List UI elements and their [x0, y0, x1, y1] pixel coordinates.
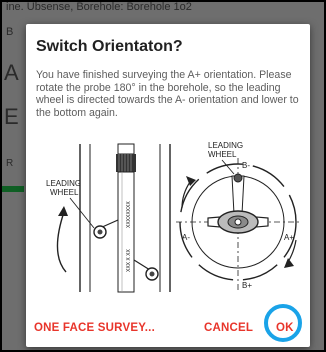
background-label: B [6, 26, 14, 38]
right-leading-label: WHEEL [208, 150, 237, 159]
dialog-message: You have finished surveying the A+ orien… [36, 69, 299, 119]
switch-orientation-dialog: Switch Orientaton? You have finished sur… [26, 24, 310, 347]
background-progress-strip [2, 186, 24, 192]
axis-label-b-plus: B+ [242, 281, 252, 290]
right-leading-label: LEADING [208, 142, 243, 150]
axis-label-b-minus: B- [242, 161, 250, 170]
axis-label-a-minus: A- [182, 233, 190, 242]
left-leading-label: WHEEL [50, 188, 79, 197]
svg-text:XXX X XX: XXX X XX [126, 249, 132, 272]
probe-rotation-illustration: XXXXXXXX XXX X XX LEADING WHEEL LEADING … [46, 142, 300, 293]
dialog-title: Switch Orientaton? [36, 38, 183, 55]
svg-text:XXXXXXXX: XXXXXXXX [126, 201, 132, 228]
left-leading-label: LEADING [46, 179, 81, 188]
dialog-actions: ONE FACE SURVEY... CANCEL OK [26, 294, 310, 342]
background-label: A [4, 60, 19, 85]
cancel-button[interactable]: CANCEL [204, 322, 253, 334]
one-face-survey-button[interactable]: ONE FACE SURVEY... [34, 322, 155, 334]
background-header: ine. Ubsense, Borehole: Borehole 1o2 [6, 1, 192, 13]
probe-cross-section [176, 158, 300, 290]
background-label: E [4, 104, 19, 129]
ok-button[interactable]: OK [276, 322, 294, 334]
probe-side-view: XXXXXXXX XXX X XX [56, 143, 171, 293]
axis-label-a-plus: A+ [284, 233, 294, 242]
background-label: R [6, 158, 14, 169]
